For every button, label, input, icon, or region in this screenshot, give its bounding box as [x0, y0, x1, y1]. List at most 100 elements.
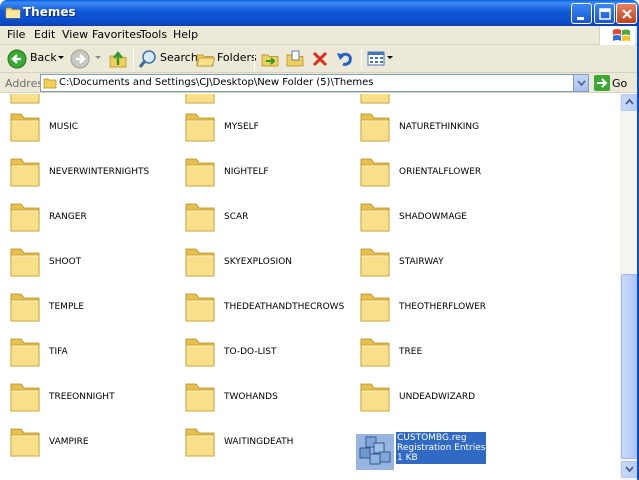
- chevron-down-icon: [577, 80, 586, 87]
- toolbar-separator: [361, 48, 362, 70]
- chevron-down-icon: [625, 466, 634, 473]
- folder-icon: [10, 203, 40, 232]
- title-bar[interactable]: Themes: [0, 0, 639, 26]
- maximize-icon: [599, 8, 611, 20]
- folder-item[interactable]: SKYEXPLOSION: [177, 243, 347, 283]
- search-button[interactable]: Search: [137, 48, 198, 70]
- folder-item[interactable]: TREEONNIGHT: [2, 378, 172, 418]
- toolbar-separator: [133, 48, 134, 70]
- menu-tools[interactable]: Tools: [140, 28, 167, 41]
- folder-icon: [10, 383, 40, 412]
- forward-button[interactable]: [68, 48, 104, 70]
- chevron-down-icon: [58, 56, 64, 59]
- menu-favorites[interactable]: Favorites: [92, 28, 142, 41]
- registry-file-item[interactable]: CUSTOMBG.reg Registration Entries 1 KB: [356, 432, 496, 472]
- scroll-up-button[interactable]: [621, 94, 638, 111]
- file-list[interactable]: MUSIC MYSELF NATURETHINKING NEVERWINTERNIGH…: [0, 94, 620, 480]
- folder-name: MYSELF: [224, 122, 259, 132]
- folder-item[interactable]: WAITINGDEATH: [177, 423, 347, 463]
- back-button[interactable]: Back: [4, 48, 66, 70]
- menu-edit[interactable]: Edit: [34, 28, 55, 41]
- folder-item[interactable]: SHADOWMAGE: [352, 198, 522, 238]
- folder-item[interactable]: SHOOT: [2, 243, 172, 283]
- folder-item[interactable]: STAIRWAY: [352, 243, 522, 283]
- folder-icon: [43, 78, 57, 89]
- scroll-down-button[interactable]: [621, 461, 638, 478]
- address-input[interactable]: C:\Documents and Settings\CJ\Desktop\New…: [40, 74, 589, 92]
- copy-to-folder-icon: [286, 50, 304, 67]
- address-dropdown-button[interactable]: [573, 75, 588, 91]
- menu-help[interactable]: Help: [173, 28, 198, 41]
- folder-item[interactable]: RANGER: [2, 198, 172, 238]
- folder-name: VAMPIRE: [49, 437, 89, 447]
- folder-item[interactable]: MYSELF: [177, 108, 347, 148]
- chevron-down-icon: [387, 56, 393, 59]
- address-path: C:\Documents and Settings\CJ\Desktop\New…: [59, 77, 374, 88]
- up-folder-button[interactable]: [106, 48, 130, 70]
- delete-x-icon: [312, 51, 328, 67]
- folder-item[interactable]: UNDEADWIZARD: [352, 378, 522, 418]
- move-to-folder-icon: [261, 54, 279, 67]
- chevron-down-icon: [95, 56, 101, 59]
- folder-icon: [360, 158, 390, 187]
- folder-item[interactable]: SCAR: [177, 198, 347, 238]
- go-button[interactable]: Go: [612, 77, 627, 90]
- folder-icon: [10, 428, 40, 457]
- close-button[interactable]: [616, 3, 637, 24]
- folder-icon: [185, 113, 215, 142]
- window-title: Themes: [23, 5, 76, 19]
- folder-icon: [185, 383, 215, 412]
- go-arrow-icon[interactable]: [594, 75, 610, 91]
- folder-icon: [360, 113, 390, 142]
- folder-name: THEOTHERFLOWER: [399, 302, 487, 312]
- toolbar-separator: [254, 48, 255, 70]
- minimize-button[interactable]: [571, 3, 592, 24]
- folder-name: SKYEXPLOSION: [224, 257, 293, 267]
- file-name: CUSTOMBG.reg: [397, 433, 467, 443]
- views-grid-icon: [367, 51, 385, 66]
- undo-button[interactable]: [334, 48, 356, 70]
- folders-button[interactable]: Folders: [194, 48, 257, 70]
- scroll-thumb[interactable]: [621, 274, 638, 459]
- folder-item[interactable]: NEVERWINTERNIGHTS: [2, 153, 172, 193]
- move-to-button[interactable]: [259, 48, 281, 70]
- menu-file[interactable]: File: [7, 28, 25, 41]
- folder-item[interactable]: TIFA: [2, 333, 172, 373]
- address-bar: Address C:\Documents and Settings\CJ\Des…: [0, 73, 639, 93]
- folder-name: WAITINGDEATH: [224, 437, 294, 447]
- folders-icon: [196, 54, 215, 67]
- folder-item[interactable]: MUSIC: [2, 108, 172, 148]
- folder-name: RANGER: [49, 212, 87, 222]
- folder-item[interactable]: THEDEATHANDTHECROWS: [177, 288, 347, 328]
- folder-item[interactable]: NATURETHINKING: [352, 108, 522, 148]
- folder-icon: [10, 158, 40, 187]
- menu-view[interactable]: View: [62, 28, 88, 41]
- maximize-button[interactable]: [594, 3, 615, 24]
- folder-item[interactable]: NIGHTELF: [177, 153, 347, 193]
- folder-item[interactable]: TO-DO-LIST: [177, 333, 347, 373]
- folder-icon: [185, 428, 215, 457]
- search-label: Search: [160, 51, 198, 64]
- toolbar: Back Search Folders: [0, 45, 639, 73]
- folder-icon: [10, 94, 40, 104]
- folder-icon: [185, 94, 215, 104]
- folder-item[interactable]: THEOTHERFLOWER: [352, 288, 522, 328]
- folder-icon: [185, 158, 215, 187]
- folder-icon: [5, 7, 21, 19]
- registry-file-icon: [356, 434, 394, 470]
- folder-name: TREE: [399, 347, 423, 357]
- folder-item[interactable]: TEMPLE: [2, 288, 172, 328]
- folder-item[interactable]: ORIENTALFLOWER: [352, 153, 522, 193]
- copy-to-button[interactable]: [284, 48, 306, 70]
- folder-item[interactable]: TWOHANDS: [177, 378, 347, 418]
- views-button[interactable]: [366, 48, 394, 70]
- folder-icon: [10, 338, 40, 367]
- folder-name: SCAR: [224, 212, 249, 222]
- delete-button[interactable]: [309, 48, 331, 70]
- vertical-scrollbar[interactable]: [620, 94, 638, 480]
- file-type: Registration Entries: [397, 443, 486, 453]
- folder-icon: [360, 94, 390, 104]
- file-size: 1 KB: [397, 453, 418, 463]
- folder-item[interactable]: TREE: [352, 333, 522, 373]
- folder-item[interactable]: VAMPIRE: [2, 423, 172, 463]
